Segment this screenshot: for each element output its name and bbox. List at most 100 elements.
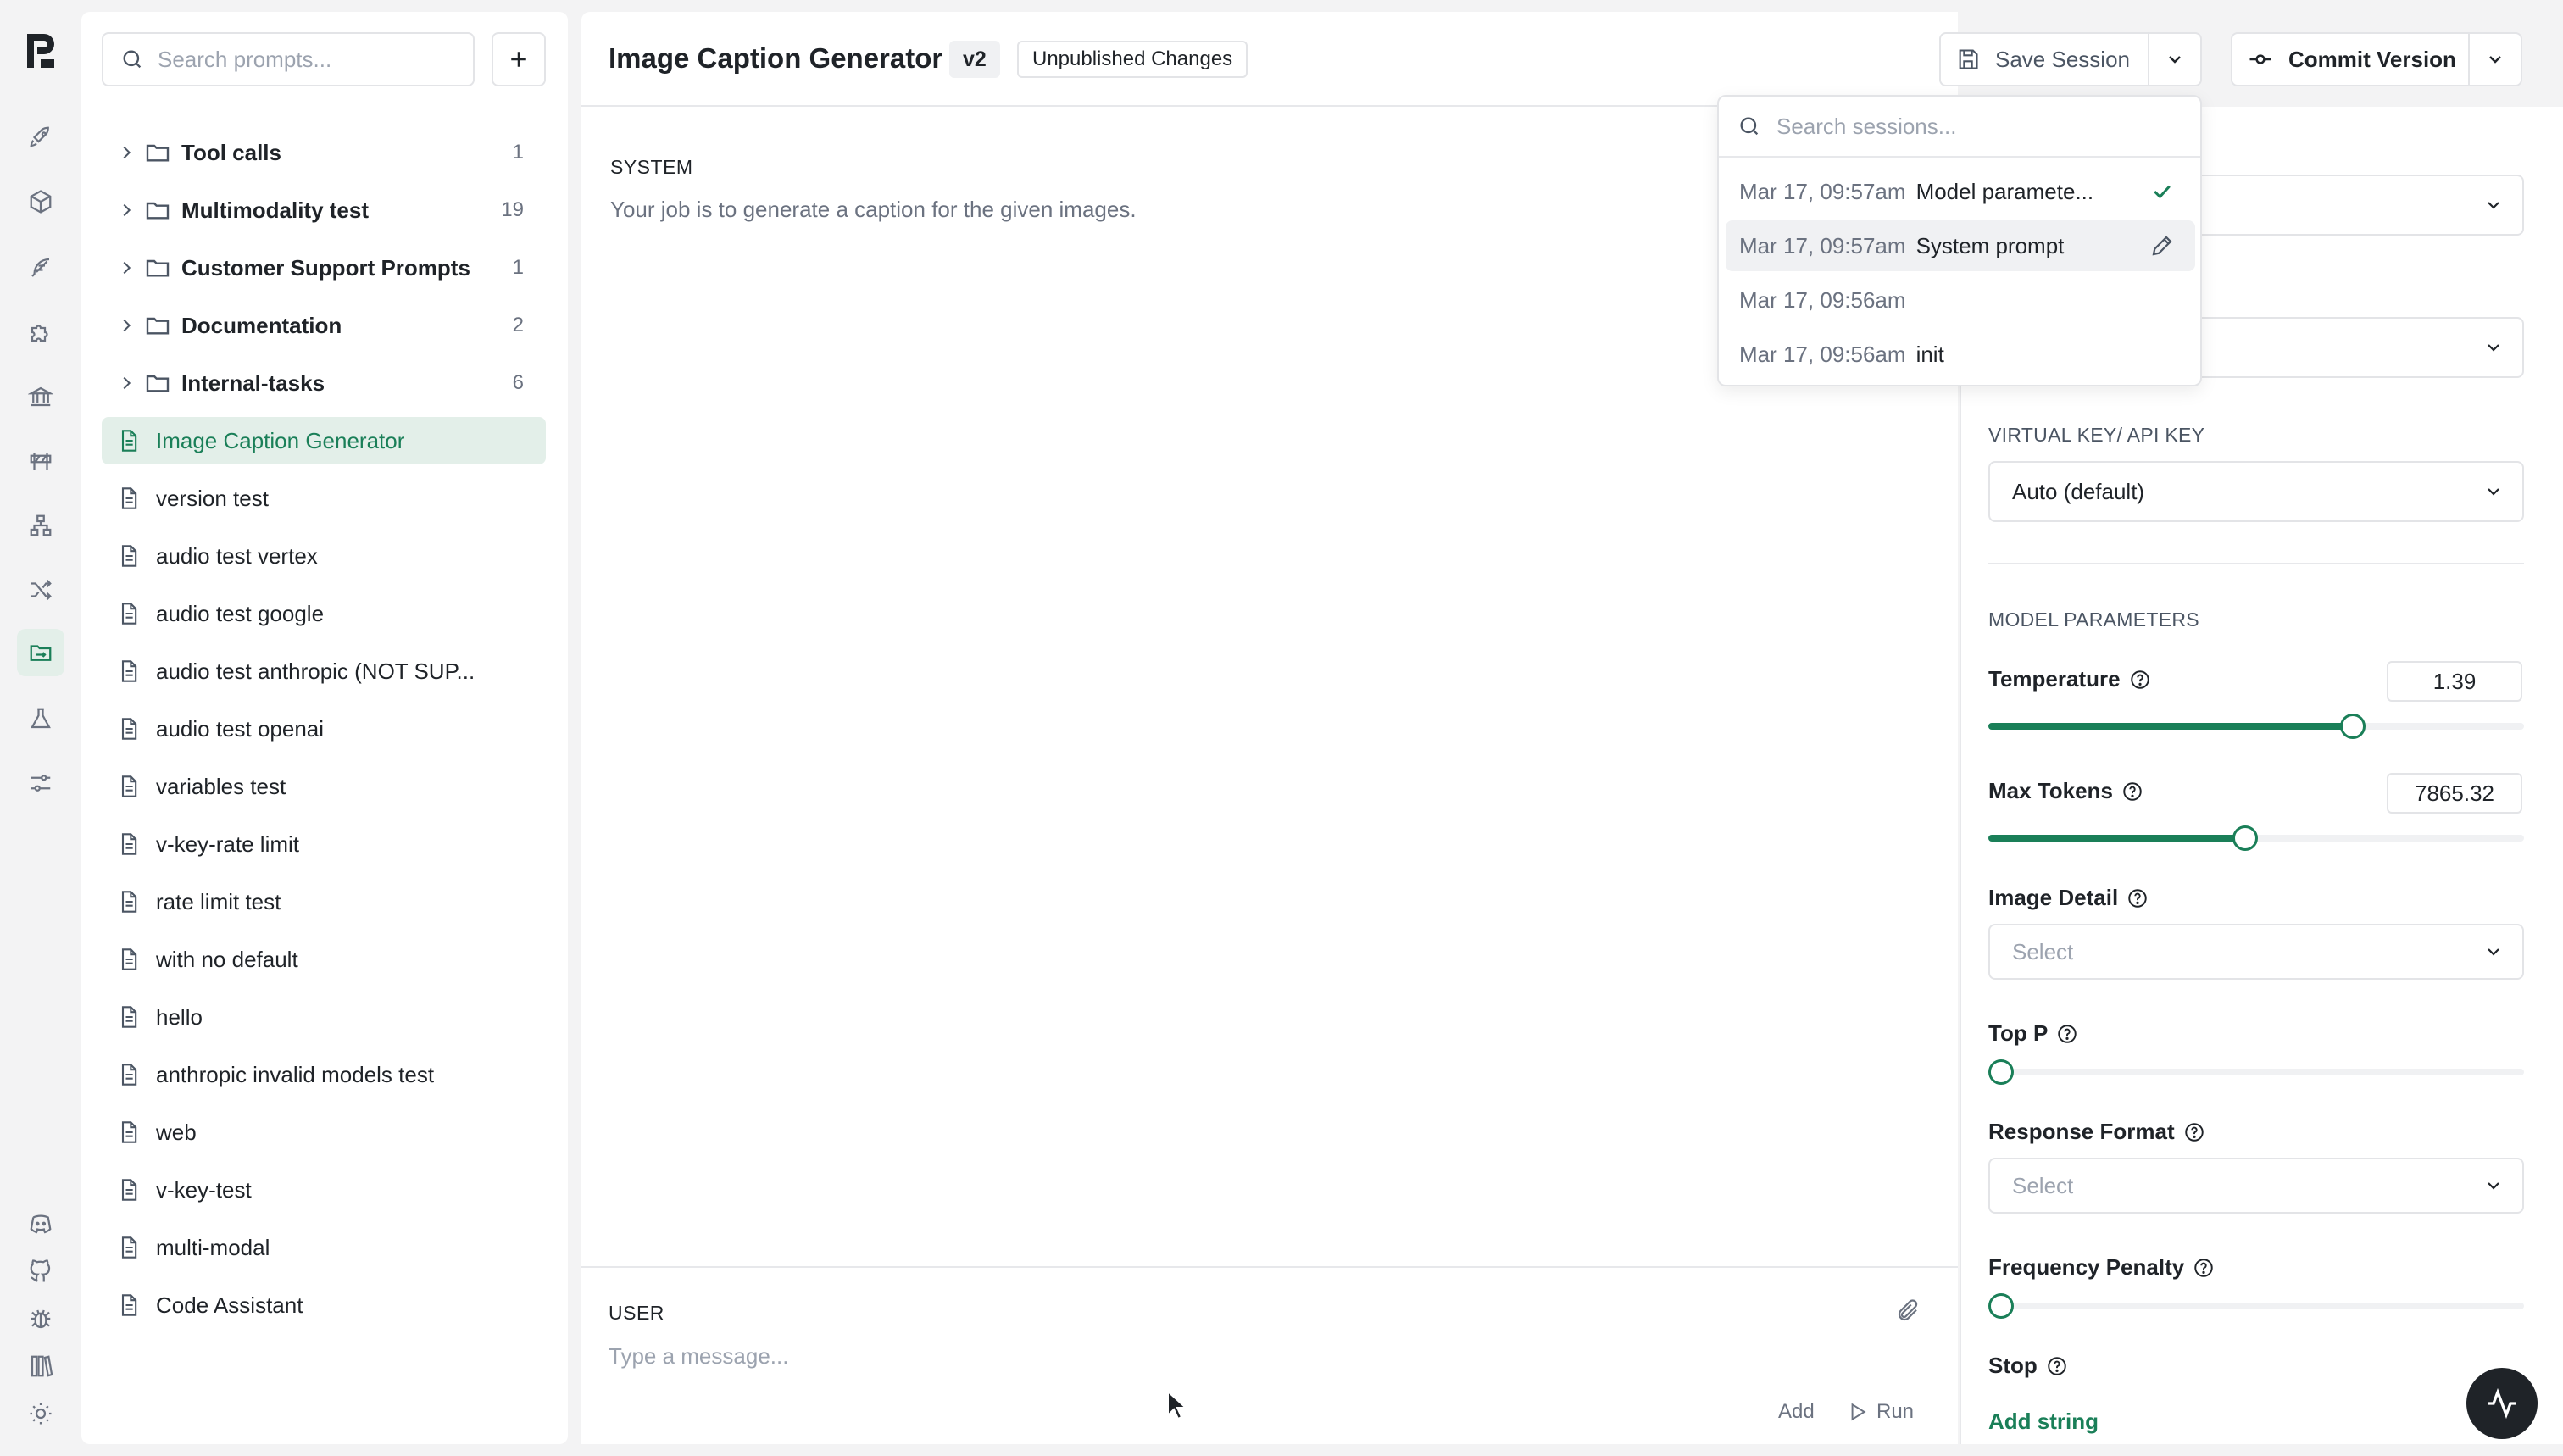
puzzle-icon[interactable] xyxy=(17,308,64,356)
rocket-icon[interactable] xyxy=(17,114,64,161)
help-circle-icon[interactable] xyxy=(2183,1121,2205,1143)
chevron-right-icon xyxy=(123,376,131,390)
document-icon xyxy=(121,1006,137,1028)
user-message-box: USER Add Run xyxy=(581,1266,1958,1444)
prompt-item[interactable]: version test xyxy=(102,475,546,522)
bug-icon[interactable] xyxy=(17,1295,64,1342)
document-icon xyxy=(121,1179,137,1201)
search-icon xyxy=(1740,117,1759,136)
top-p-label: Top P xyxy=(1988,1020,2078,1047)
commit-version-button[interactable]: Commit Version xyxy=(2232,34,2468,85)
feather-icon[interactable] xyxy=(17,244,64,292)
search-sessions-input[interactable]: Search sessions... xyxy=(1719,97,2200,158)
help-circle-icon[interactable] xyxy=(2046,1355,2068,1377)
slider-fill xyxy=(1988,723,2353,730)
prompt-item[interactable]: audio test google xyxy=(102,590,546,637)
flask-icon[interactable] xyxy=(17,695,64,742)
folder-item[interactable]: Multimodality test 19 xyxy=(102,186,546,234)
document-icon xyxy=(121,1294,137,1316)
prompt-item[interactable]: with no default xyxy=(102,936,546,983)
system-prompt-text[interactable]: Your job is to generate a caption for th… xyxy=(610,197,1137,223)
slider-thumb[interactable] xyxy=(1988,1059,2014,1085)
chevron-down-icon xyxy=(2169,56,2181,64)
add-string-link[interactable]: Add string xyxy=(1988,1409,2099,1435)
pencil-icon[interactable] xyxy=(2149,233,2175,258)
shuffle-icon[interactable] xyxy=(17,566,64,614)
discord-icon[interactable] xyxy=(17,1200,64,1248)
activity-button[interactable] xyxy=(2466,1368,2538,1439)
search-prompts-input[interactable]: Search prompts... xyxy=(102,32,475,86)
prompt-item[interactable]: audio test anthropic (NOT SUP... xyxy=(102,647,546,695)
folder-icon xyxy=(146,202,170,220)
help-circle-icon[interactable] xyxy=(2193,1257,2215,1279)
library-icon[interactable] xyxy=(17,1342,64,1390)
paperclip-icon[interactable] xyxy=(1895,1298,1921,1324)
help-circle-icon[interactable] xyxy=(2056,1023,2078,1045)
session-item[interactable]: Mar 17, 09:57am Model paramete... xyxy=(1726,166,2195,217)
top-p-slider[interactable] xyxy=(1988,1054,2524,1088)
help-circle-icon[interactable] xyxy=(2127,887,2149,909)
sitemap-icon[interactable] xyxy=(17,502,64,549)
temperature-value[interactable]: 1.39 xyxy=(2387,661,2522,702)
folder-item[interactable]: Documentation 2 xyxy=(102,302,546,349)
github-icon[interactable] xyxy=(17,1248,64,1295)
slider-thumb[interactable] xyxy=(1988,1293,2014,1319)
prompt-item[interactable]: multi-modal xyxy=(102,1224,546,1271)
image-detail-select[interactable]: Select xyxy=(1988,924,2524,980)
folder-item[interactable]: Customer Support Prompts 1 xyxy=(102,244,546,292)
temperature-slider[interactable] xyxy=(1988,709,2524,742)
run-button[interactable]: Run xyxy=(1846,1395,1914,1429)
prompt-item[interactable]: audio test vertex xyxy=(102,532,546,580)
bank-icon[interactable] xyxy=(17,373,64,420)
prompt-item[interactable]: v-key-rate limit xyxy=(102,820,546,868)
portkey-logo[interactable] xyxy=(24,31,58,71)
help-circle-icon[interactable] xyxy=(2121,781,2143,803)
prompt-item[interactable]: Code Assistant xyxy=(102,1281,546,1329)
prompt-name: web xyxy=(156,1119,197,1145)
chevron-right-icon xyxy=(123,146,131,159)
session-name: init xyxy=(1915,341,1944,367)
prompt-item-active[interactable]: Image Caption Generator xyxy=(102,417,546,464)
page-title: Image Caption Generator xyxy=(609,42,943,74)
folder-open-icon[interactable] xyxy=(17,629,64,676)
add-prompt-button[interactable] xyxy=(492,32,546,86)
virtual-key-select[interactable]: Auto (default) xyxy=(1988,461,2524,522)
help-circle-icon[interactable] xyxy=(2129,669,2151,691)
editor-header: Image Caption Generator v2 Unpublished C… xyxy=(581,12,1958,107)
add-message-button[interactable]: Add xyxy=(1748,1395,1815,1429)
folder-name: Internal-tasks xyxy=(181,370,325,396)
prompt-item[interactable]: audio test openai xyxy=(102,705,546,753)
frequency-penalty-slider[interactable] xyxy=(1988,1288,2524,1322)
prompt-item[interactable]: hello xyxy=(102,993,546,1041)
max-tokens-slider[interactable] xyxy=(1988,820,2524,854)
save-session-button[interactable]: Save Session xyxy=(1941,34,2148,85)
sun-icon[interactable] xyxy=(17,1390,64,1437)
save-session-dropdown[interactable] xyxy=(2148,34,2200,85)
road-barrier-icon[interactable] xyxy=(17,437,64,485)
prompt-item[interactable]: rate limit test xyxy=(102,878,546,925)
max-tokens-value[interactable]: 7865.32 xyxy=(2387,773,2522,814)
prompt-item[interactable]: variables test xyxy=(102,763,546,810)
prompt-name: audio test anthropic (NOT SUP... xyxy=(156,658,475,684)
prompt-item[interactable]: web xyxy=(102,1109,546,1156)
commit-version-button-group: Commit Version xyxy=(2231,32,2522,86)
folder-item[interactable]: Tool calls 1 xyxy=(102,129,546,176)
slider-track xyxy=(1988,1069,2524,1075)
prompt-item[interactable]: v-key-test xyxy=(102,1166,546,1214)
session-item[interactable]: Mar 17, 09:56am init xyxy=(1726,329,2195,380)
response-format-select[interactable]: Select xyxy=(1988,1158,2524,1214)
folder-item[interactable]: Internal-tasks 6 xyxy=(102,359,546,407)
session-item[interactable]: Mar 17, 09:56am xyxy=(1726,275,2195,325)
slider-thumb[interactable] xyxy=(2339,714,2366,739)
message-input[interactable] xyxy=(609,1337,1795,1375)
folder-count: 6 xyxy=(512,371,524,394)
session-date: Mar 17, 09:56am xyxy=(1739,286,1906,313)
sliders-icon[interactable] xyxy=(17,759,64,807)
slider-thumb[interactable] xyxy=(2232,825,2259,851)
response-format-label: Response Format xyxy=(1988,1119,2205,1145)
prompt-item[interactable]: anthropic invalid models test xyxy=(102,1051,546,1098)
commit-version-dropdown[interactable] xyxy=(2468,34,2521,85)
cube-icon[interactable] xyxy=(17,178,64,225)
session-item[interactable]: Mar 17, 09:57am System prompt xyxy=(1726,220,2195,271)
chevron-down-icon xyxy=(2488,948,2499,956)
